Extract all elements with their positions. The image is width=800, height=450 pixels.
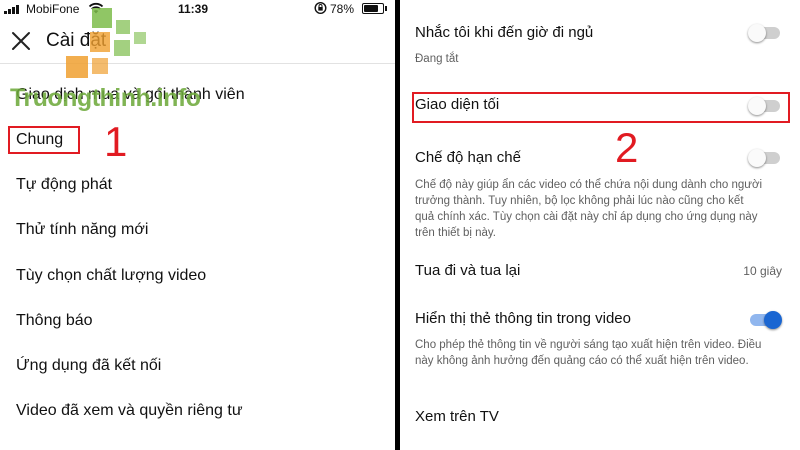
setting-title-watch-on-tv[interactable]: Xem trên TV	[415, 408, 499, 425]
status-bar: MobiFone 11:39 78%	[0, 0, 395, 18]
setting-value-double-tap-seek: 10 giây	[743, 264, 782, 278]
restricted-mode-toggle[interactable]	[748, 146, 782, 168]
watermark-text: Truongthinh.info	[10, 84, 201, 112]
menu-item-history-privacy[interactable]: Video đã xem và quyền riêng tư	[16, 402, 243, 420]
menu-item-connected-apps[interactable]: Ứng dụng đã kết nối	[16, 357, 161, 375]
menu-item-notifications[interactable]: Thông báo	[16, 312, 93, 330]
battery-tip	[385, 6, 387, 11]
watermark-logo-icon	[66, 8, 146, 78]
setting-desc-info-cards: Cho phép thẻ thông tin về người sáng tạo…	[415, 339, 762, 367]
setting-title-double-tap-seek[interactable]: Tua đi và tua lại	[415, 262, 520, 279]
highlight-box-general	[8, 126, 80, 154]
setting-title-restricted-mode: Chế độ hạn chế	[415, 149, 521, 166]
bedtime-reminder-toggle[interactable]	[748, 21, 782, 43]
settings-main-panel: MobiFone 11:39 78% Cài đặt Giao dịch mua…	[0, 0, 395, 450]
settings-general-panel: Nhắc tôi khi đến giờ đi ngủ Đang tắt Gia…	[400, 0, 800, 450]
step-number-1: 1	[104, 118, 128, 165]
highlight-box-dark-theme	[412, 92, 790, 123]
menu-item-video-quality[interactable]: Tùy chọn chất lượng video	[16, 267, 206, 285]
setting-desc-restricted-mode: Chế độ này giúp ẩn các video có thể chứa…	[415, 179, 763, 239]
setting-status-bedtime-reminder: Đang tắt	[415, 53, 459, 65]
info-cards-toggle[interactable]	[748, 308, 782, 330]
close-icon[interactable]	[8, 28, 34, 54]
menu-item-autoplay[interactable]: Tự động phát	[16, 176, 112, 194]
battery-percent: 78%	[330, 2, 355, 16]
battery-level	[364, 5, 379, 12]
settings-header: Cài đặt	[0, 18, 395, 64]
clock: 11:39	[178, 2, 209, 16]
battery-icon	[362, 3, 384, 14]
menu-item-try-new-features[interactable]: Thử tính năng mới	[16, 221, 148, 239]
setting-title-info-cards: Hiển thị thẻ thông tin trong video	[415, 310, 631, 327]
step-number-2: 2	[615, 124, 639, 171]
setting-title-bedtime-reminder: Nhắc tôi khi đến giờ đi ngủ	[415, 24, 594, 41]
rotation-lock-icon	[314, 1, 327, 15]
